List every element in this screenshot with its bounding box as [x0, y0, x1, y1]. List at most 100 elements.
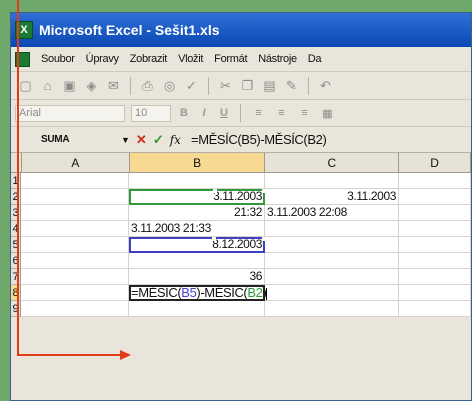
excel-app-icon[interactable]: X: [15, 21, 33, 39]
sheet-row: 6: [11, 253, 471, 269]
cell-d5[interactable]: [399, 237, 471, 253]
align-right-icon[interactable]: ≡: [296, 107, 313, 119]
bold-button[interactable]: B: [177, 107, 191, 119]
cell-b1[interactable]: [129, 173, 265, 189]
cell-c4[interactable]: [265, 221, 399, 237]
menu-data[interactable]: Da: [308, 53, 322, 65]
cell-b4[interactable]: 3.11.2003 21:33: [129, 221, 265, 237]
cell-a9[interactable]: [21, 301, 129, 317]
window-title: Microsoft Excel - Sešit1.xls: [39, 22, 220, 38]
cell-c9[interactable]: [265, 301, 399, 317]
merge-center-icon[interactable]: ▦: [319, 107, 336, 120]
row-header-2[interactable]: 2: [11, 189, 21, 205]
cell-d2[interactable]: [399, 189, 471, 205]
save-icon[interactable]: ▣: [61, 78, 78, 94]
select-all-corner[interactable]: [11, 153, 22, 173]
column-header-d[interactable]: D: [399, 153, 471, 173]
cell-d1[interactable]: [399, 173, 471, 189]
cell-b8-editing[interactable]: =MĚSÍC(B5)-MĚSÍC(B2): [129, 285, 268, 301]
cancel-icon[interactable]: ✕: [136, 132, 147, 148]
cell-a8[interactable]: [21, 285, 129, 301]
cell-d6[interactable]: [399, 253, 471, 269]
print-icon[interactable]: ⎙: [139, 78, 156, 94]
cell-a5[interactable]: [21, 237, 129, 253]
align-left-icon[interactable]: ≡: [250, 107, 267, 119]
edit-formula-middle: )-MĚSÍC(: [196, 285, 248, 300]
row-header-7[interactable]: 7: [11, 269, 21, 285]
underline-button[interactable]: U: [217, 107, 231, 119]
row-header-3[interactable]: 3: [11, 205, 21, 221]
sheet-row: 8 =MĚSÍC(B5)-MĚSÍC(B2): [11, 285, 471, 301]
row-header-1[interactable]: 1: [11, 173, 21, 189]
menu-format[interactable]: Formát: [214, 53, 247, 65]
enter-icon[interactable]: ✓: [153, 132, 164, 148]
font-size-select[interactable]: 10: [131, 104, 171, 122]
cell-a7[interactable]: [21, 269, 129, 285]
menu-upravy[interactable]: Úpravy: [86, 53, 119, 65]
spelling-icon[interactable]: ✓: [183, 78, 200, 94]
paste-icon[interactable]: ▤: [261, 78, 278, 94]
name-box[interactable]: SUMA: [11, 134, 121, 145]
open-icon[interactable]: ⌂: [39, 78, 56, 93]
column-header-c[interactable]: C: [265, 153, 400, 173]
copy-icon[interactable]: ❐: [239, 78, 256, 94]
row-header-9[interactable]: 9: [11, 301, 21, 317]
toolbar-separator: [240, 104, 241, 122]
workbook-icon[interactable]: [15, 51, 30, 67]
name-box-dropdown-icon[interactable]: ▼: [121, 135, 130, 145]
new-icon[interactable]: ▢: [17, 78, 34, 94]
cell-d3[interactable]: [399, 205, 471, 221]
permission-icon[interactable]: ◈: [83, 78, 100, 94]
row-header-4[interactable]: 4: [11, 221, 21, 237]
edit-formula-ref-b2: B2: [247, 285, 263, 300]
cell-c2[interactable]: 3.11.2003: [265, 189, 399, 205]
row-header-8[interactable]: 8: [11, 285, 21, 301]
cell-c7[interactable]: [265, 269, 399, 285]
cell-a3[interactable]: [21, 205, 129, 221]
formula-tools: ▼ ✕ ✓ fx: [121, 132, 191, 148]
cell-a4[interactable]: [21, 221, 129, 237]
cell-b5[interactable]: 8.12.2003: [129, 237, 266, 253]
cell-d9[interactable]: [399, 301, 471, 317]
cell-a1[interactable]: [21, 173, 129, 189]
cut-icon[interactable]: ✂: [217, 78, 234, 94]
font-select[interactable]: Arial: [15, 104, 125, 122]
cell-b9[interactable]: [129, 301, 265, 317]
cell-c1[interactable]: [265, 173, 399, 189]
menu-soubor[interactable]: Soubor: [41, 53, 75, 65]
formula-input[interactable]: =MĚSÍC(B5)-MĚSÍC(B2): [191, 132, 327, 147]
cell-c8[interactable]: [265, 285, 399, 301]
menu-zobrazit[interactable]: Zobrazit: [130, 53, 168, 65]
menu-nastroje[interactable]: Nástroje: [258, 53, 297, 65]
standard-toolbar: ▢ ⌂ ▣ ◈ ✉ ⎙ ◎ ✓ ✂ ❐ ▤ ✎ ↶: [11, 72, 471, 100]
column-header-b[interactable]: B: [129, 153, 266, 173]
menu-bar: Soubor Úpravy Zobrazit Vložit Formát Nás…: [11, 47, 471, 72]
cell-c5[interactable]: [265, 237, 399, 253]
column-header-a[interactable]: A: [21, 153, 130, 173]
row-header-6[interactable]: 6: [11, 253, 21, 269]
cell-b7[interactable]: 36: [129, 269, 265, 285]
cell-b2[interactable]: 3.11.2003: [129, 189, 266, 205]
edit-formula-ref-b5: B5: [181, 285, 197, 300]
cell-c6[interactable]: [265, 253, 399, 269]
insert-function-icon[interactable]: fx: [170, 133, 181, 147]
format-painter-icon[interactable]: ✎: [283, 78, 300, 94]
align-center-icon[interactable]: ≡: [273, 107, 290, 119]
cell-d4[interactable]: [399, 221, 471, 237]
cell-c3[interactable]: 3.11.2003 22:08: [265, 205, 399, 221]
email-icon[interactable]: ✉: [105, 78, 122, 94]
menu-vlozit[interactable]: Vložit: [178, 53, 203, 65]
italic-button[interactable]: I: [197, 107, 211, 119]
print-preview-icon[interactable]: ◎: [161, 78, 178, 94]
cell-b6[interactable]: [129, 253, 265, 269]
cell-a2[interactable]: [21, 189, 129, 205]
undo-icon[interactable]: ↶: [317, 78, 334, 94]
sheet-row: 2 3.11.2003 3.11.2003: [11, 189, 471, 205]
text-caret: [266, 287, 268, 300]
cell-d7[interactable]: [399, 269, 471, 285]
cell-a6[interactable]: [21, 253, 129, 269]
toolbar-separator: [130, 76, 131, 95]
row-header-5[interactable]: 5: [11, 237, 21, 253]
cell-d8[interactable]: [399, 285, 471, 301]
cell-b3[interactable]: 21:32: [129, 205, 265, 221]
